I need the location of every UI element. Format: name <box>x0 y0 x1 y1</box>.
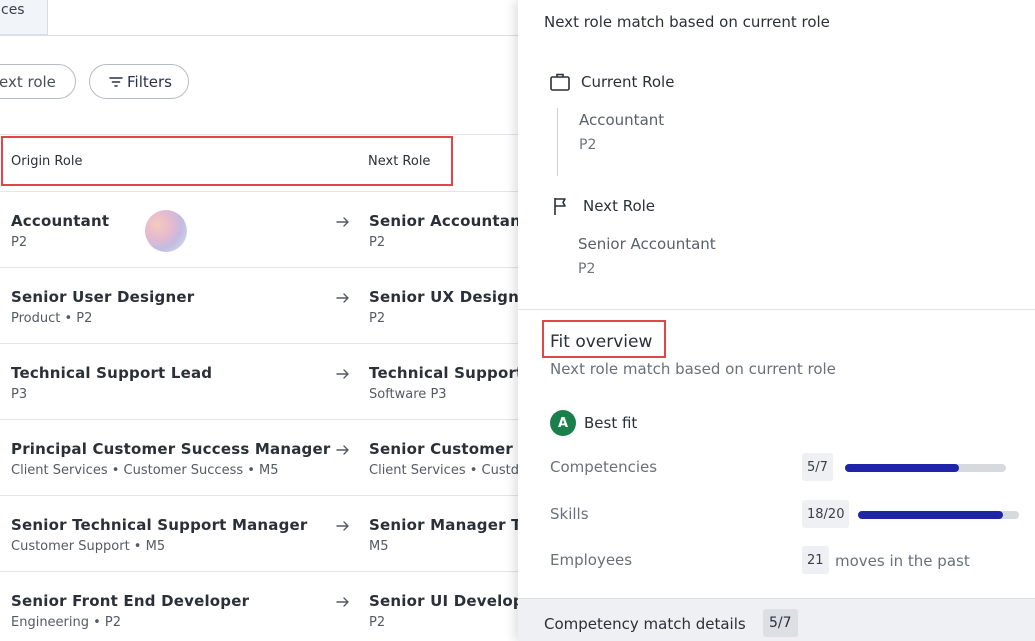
skills-progress-bar <box>858 511 1019 519</box>
origin-role-subtitle: Engineering • P2 <box>11 615 122 630</box>
origin-role-title: Technical Support Lead <box>11 364 213 382</box>
competencies-label: Competencies <box>550 458 658 476</box>
next-role-name: Senior Accountant <box>578 235 716 253</box>
arrow-right-icon <box>335 518 351 534</box>
arrow-right-icon <box>335 442 351 458</box>
drawer-title: Next role match based on current role <box>544 13 830 31</box>
next-role-title: Senior Manager Te <box>369 516 518 534</box>
competencies-progress-fill <box>845 464 960 472</box>
origin-role-subtitle: Client Services • Customer Success • M5 <box>11 463 279 478</box>
fit-grade-badge: A <box>550 410 576 436</box>
next-role-grade: P2 <box>578 261 596 277</box>
current-role-name: Accountant <box>579 111 665 129</box>
employees-moves-text: moves in the past <box>835 552 970 570</box>
current-role-heading-label: Current Role <box>581 73 675 91</box>
next-role-subtitle: Client Services • Custd <box>369 463 518 478</box>
employees-label: Employees <box>550 551 633 569</box>
tab-partial-label: ces <box>1 2 25 18</box>
next-role-title: Technical Support <box>369 364 518 382</box>
skills-label: Skills <box>550 505 589 523</box>
competency-match-details-section[interactable]: Competency match details 5/7 <box>518 598 1035 641</box>
fit-overview-subtitle: Next role match based on current role <box>550 360 836 378</box>
table-top-border <box>0 134 518 135</box>
next-role-subtitle: P2 <box>369 311 386 326</box>
filter-lines-icon <box>108 74 124 90</box>
section-divider <box>518 309 1035 310</box>
arrow-right-icon <box>335 594 351 610</box>
arrow-right-icon <box>335 366 351 382</box>
competencies-score-chip: 5/7 <box>802 453 833 481</box>
competencies-progress-bar <box>845 464 1006 472</box>
current-role-heading: Current Role <box>549 71 674 93</box>
table-row[interactable]: Senior Technical Support Manager Custome… <box>0 496 518 572</box>
origin-role-subtitle: Customer Support • M5 <box>11 539 166 554</box>
arrow-right-icon <box>335 214 351 230</box>
column-header-next-role[interactable]: Next Role <box>368 154 430 169</box>
fit-overview-title: Fit overview <box>550 332 653 352</box>
next-role-title: Senior Customer S <box>369 440 518 458</box>
table-row[interactable]: Accountant P2 Senior Accountant P2 <box>0 192 518 268</box>
employees-count-chip: 21 <box>802 546 829 574</box>
role-detail-drawer: Next role match based on current role Cu… <box>518 0 1035 641</box>
origin-role-title: Senior Front End Developer <box>11 592 250 610</box>
role-list-panel: ces ext role Filters Origin Role Next Ro… <box>0 0 518 641</box>
origin-role-title: Accountant <box>11 212 110 230</box>
competency-match-details-chip: 5/7 <box>763 609 798 637</box>
cursor-highlight <box>145 210 187 252</box>
next-role-filter-label: ext role <box>0 72 56 91</box>
origin-role-title: Senior Technical Support Manager <box>11 516 308 534</box>
tab-bar-divider <box>0 35 518 36</box>
role-connector-line <box>557 108 558 176</box>
next-role-subtitle: Software P3 <box>369 387 447 402</box>
next-role-title: Senior UX Designer <box>369 288 518 306</box>
origin-role-title: Principal Customer Success Manager <box>11 440 331 458</box>
next-role-subtitle: M5 <box>369 539 389 554</box>
next-role-heading: Next Role <box>551 195 655 217</box>
tab-partial[interactable]: ces <box>0 0 48 35</box>
table-row[interactable]: Technical Support Lead P3 Technical Supp… <box>0 344 518 420</box>
next-role-filter-pill[interactable]: ext role <box>0 64 76 99</box>
briefcase-icon <box>549 71 571 93</box>
filters-button[interactable]: Filters <box>89 64 189 99</box>
table-row[interactable]: Senior User Designer Product • P2 Senior… <box>0 268 518 344</box>
fit-grade-label: Best fit <box>584 414 638 432</box>
skills-score-chip: 18/20 <box>802 500 850 528</box>
origin-role-subtitle: P2 <box>11 235 28 250</box>
origin-role-subtitle: P3 <box>11 387 28 402</box>
flag-icon <box>551 195 573 217</box>
table-row[interactable]: Senior Front End Developer Engineering •… <box>0 572 518 641</box>
filters-label: Filters <box>127 72 172 91</box>
competency-match-details-label: Competency match details <box>544 615 746 633</box>
next-role-subtitle: P2 <box>369 235 386 250</box>
origin-role-title: Senior User Designer <box>11 288 195 306</box>
next-role-subtitle: P2 <box>369 615 386 630</box>
column-header-origin-role[interactable]: Origin Role <box>11 154 82 169</box>
next-role-title: Senior UI Develope <box>369 592 518 610</box>
table-row[interactable]: Principal Customer Success Manager Clien… <box>0 420 518 496</box>
origin-role-subtitle: Product • P2 <box>11 311 93 326</box>
skills-progress-fill <box>858 511 1003 519</box>
arrow-right-icon <box>335 290 351 306</box>
current-role-grade: P2 <box>579 137 597 153</box>
next-role-title: Senior Accountant <box>369 212 518 230</box>
next-role-heading-label: Next Role <box>583 197 656 215</box>
